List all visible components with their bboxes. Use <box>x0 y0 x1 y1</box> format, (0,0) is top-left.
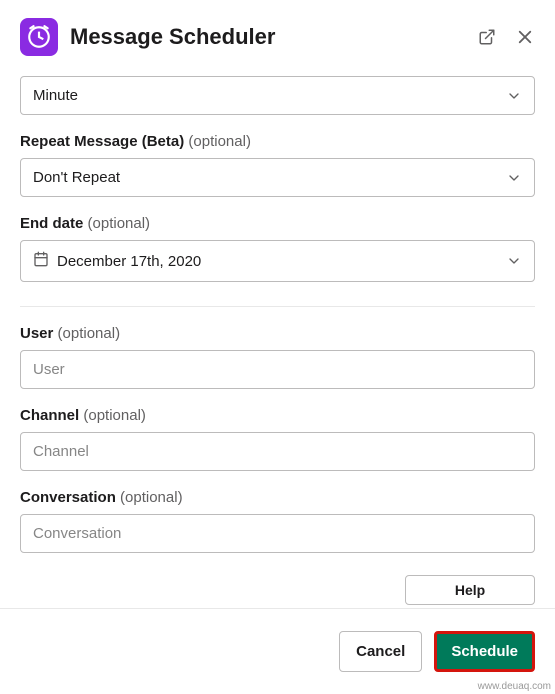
end-date-value: December 17th, 2020 <box>57 253 201 270</box>
conversation-input[interactable] <box>20 514 535 553</box>
user-label: User (optional) <box>20 325 535 342</box>
minute-select[interactable]: Minute <box>20 76 535 115</box>
chevron-down-icon <box>506 253 522 269</box>
repeat-label: Repeat Message (Beta) (optional) <box>20 133 535 150</box>
minute-value: Minute <box>33 87 78 104</box>
end-date-label: End date (optional) <box>20 215 535 232</box>
conversation-label: Conversation (optional) <box>20 489 535 506</box>
cancel-button[interactable]: Cancel <box>339 631 422 672</box>
dialog-footer: Cancel Schedule <box>0 608 555 694</box>
dialog-header: Message Scheduler <box>0 0 555 76</box>
external-link-icon[interactable] <box>477 27 497 47</box>
channel-label: Channel (optional) <box>20 407 535 424</box>
app-icon <box>20 18 58 56</box>
schedule-button[interactable]: Schedule <box>434 631 535 672</box>
end-date-select[interactable]: December 17th, 2020 <box>20 240 535 282</box>
repeat-select[interactable]: Don't Repeat <box>20 158 535 197</box>
help-button[interactable]: Help <box>405 575 535 605</box>
chevron-down-icon <box>506 88 522 104</box>
calendar-icon <box>33 251 49 271</box>
channel-input[interactable] <box>20 432 535 471</box>
repeat-value: Don't Repeat <box>33 169 120 186</box>
user-input[interactable] <box>20 350 535 389</box>
chevron-down-icon <box>506 170 522 186</box>
watermark: www.deuaq.com <box>478 681 551 692</box>
dialog-title: Message Scheduler <box>70 24 465 50</box>
section-divider <box>20 306 535 307</box>
close-icon[interactable] <box>515 27 535 47</box>
